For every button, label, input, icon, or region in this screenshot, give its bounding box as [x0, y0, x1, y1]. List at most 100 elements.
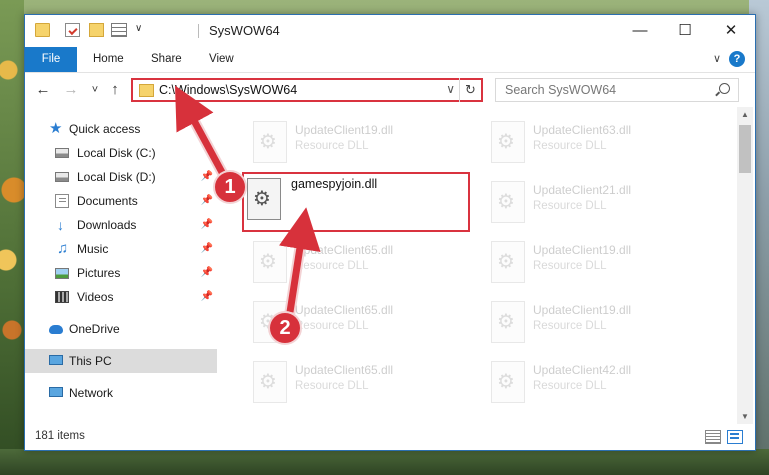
hard-drive-icon	[55, 172, 69, 182]
pin-icon[interactable]: 📌	[201, 261, 213, 285]
status-bar: 181 items	[25, 424, 755, 450]
pictures-icon	[55, 268, 69, 279]
ribbon-tabs: File Home Share View ∨ ?	[25, 47, 755, 73]
sidebar-item-label: Local Disk (D:)	[77, 170, 156, 184]
step-badge-1: 1	[213, 170, 247, 204]
view-icon[interactable]	[111, 23, 127, 37]
dll-file-icon	[491, 181, 525, 223]
sidebar-item-pictures[interactable]: Pictures 📌	[25, 261, 217, 285]
list-item[interactable]: UpdateClient21.dll Resource DLL	[485, 173, 713, 229]
file-type: Resource DLL	[533, 380, 607, 392]
sidebar-item-label: Local Disk (C:)	[77, 146, 156, 160]
item-count: 181 items	[35, 430, 85, 442]
scroll-up-arrow-icon[interactable]: ▲	[737, 107, 753, 123]
sidebar-item-label: Music	[77, 242, 109, 256]
pin-icon[interactable]: 📌	[201, 285, 213, 309]
list-item[interactable]: UpdateClient19.dll Resource DLL	[247, 113, 475, 169]
sidebar-item-local-disk-c[interactable]: Local Disk (C:)	[25, 141, 217, 165]
file-type: Resource DLL	[533, 140, 607, 152]
file-type: Resource DLL	[533, 200, 607, 212]
cloud-icon	[49, 325, 63, 334]
file-type: Resource DLL	[295, 320, 369, 332]
minimize-button[interactable]: —	[617, 15, 663, 46]
sidebar-item-label: Quick access	[69, 122, 141, 136]
list-item[interactable]: UpdateClient42.dll Resource DLL	[485, 353, 713, 409]
quick-access-toolbar-dropdown[interactable]: ∨	[135, 23, 142, 34]
file-name: UpdateClient19.dll	[533, 303, 632, 317]
sidebar-item-label: Network	[69, 386, 114, 400]
network-icon	[49, 387, 63, 397]
file-name: UpdateClient65.dll	[295, 363, 394, 377]
folder-icon[interactable]	[35, 23, 50, 37]
folder-icon	[139, 84, 154, 97]
highlighted-file-outline	[242, 172, 470, 232]
sidebar-item-documents[interactable]: Documents 📌	[25, 189, 217, 213]
up-button[interactable]: ↑	[105, 80, 125, 100]
vertical-scrollbar[interactable]: ▲ ▼	[737, 107, 753, 425]
recent-locations-button[interactable]: ˅	[85, 80, 105, 100]
film-strip-icon	[55, 291, 69, 303]
file-name: UpdateClient65.dll	[295, 243, 394, 257]
sidebar-item-label: Downloads	[77, 218, 137, 232]
search-icon	[719, 83, 730, 94]
list-item[interactable]: UpdateClient63.dll Resource DLL	[485, 113, 713, 169]
back-button[interactable]: ←	[33, 80, 53, 100]
refresh-button[interactable]: ↻	[459, 78, 481, 102]
sidebar-item-label: This PC	[69, 354, 112, 368]
maximize-button[interactable]: ☐	[662, 15, 708, 46]
sidebar-item-music[interactable]: ♫ Music 📌	[25, 237, 217, 261]
sidebar-item-videos[interactable]: Videos 📌	[25, 285, 217, 309]
sidebar-item-local-disk-d[interactable]: Local Disk (D:) 📌	[25, 165, 217, 189]
sidebar-item-downloads[interactable]: ↓ Downloads 📌	[25, 213, 217, 237]
window-title: SysWOW64	[209, 23, 280, 38]
sidebar-item-onedrive[interactable]: OneDrive	[25, 317, 217, 341]
properties-icon[interactable]	[65, 23, 80, 37]
tab-home[interactable]: Home	[81, 47, 136, 72]
list-item[interactable]: UpdateClient19.dll Resource DLL	[485, 293, 713, 349]
list-item[interactable]: UpdateClient65.dll Resource DLL	[247, 233, 475, 289]
file-name: UpdateClient65.dll	[295, 303, 394, 317]
desktop-wallpaper-bottom	[0, 449, 769, 475]
sidebar-item-network[interactable]: Network	[25, 381, 217, 405]
list-item[interactable]: UpdateClient19.dll Resource DLL	[485, 233, 713, 289]
hard-drive-icon	[55, 148, 69, 158]
computer-icon	[49, 355, 63, 365]
file-type: Resource DLL	[533, 320, 607, 332]
address-dropdown-chevron-icon[interactable]: ∨	[446, 82, 455, 96]
new-folder-icon[interactable]	[89, 23, 104, 37]
file-name: UpdateClient42.dll	[533, 363, 632, 377]
pin-icon[interactable]: 📌	[201, 213, 213, 237]
help-icon[interactable]: ?	[729, 51, 745, 67]
scrollbar-thumb[interactable]	[739, 125, 751, 173]
file-name: UpdateClient19.dll	[295, 123, 394, 137]
navigation-pane: ★ Quick access Local Disk (C:) Local Dis…	[25, 107, 217, 425]
pin-icon[interactable]: 📌	[201, 165, 213, 189]
file-name: UpdateClient19.dll	[533, 243, 632, 257]
dll-file-icon	[253, 121, 287, 163]
search-input[interactable]: Search SysWOW64	[495, 78, 739, 102]
tab-file[interactable]: File	[25, 47, 77, 72]
scroll-down-arrow-icon[interactable]: ▼	[737, 409, 753, 425]
dll-file-icon	[253, 361, 287, 403]
sidebar-item-label: Videos	[77, 290, 114, 304]
search-placeholder: Search SysWOW64	[505, 83, 617, 97]
explorer-window: ∨ SysWOW64 — ☐ ✕ File Home Share View ∨ …	[24, 14, 756, 451]
expand-ribbon-chevron-icon[interactable]: ∨	[713, 52, 721, 65]
pin-icon[interactable]: 📌	[201, 189, 213, 213]
tab-view[interactable]: View	[197, 47, 246, 72]
details-view-icon[interactable]	[705, 430, 721, 444]
forward-button[interactable]: →	[61, 80, 81, 100]
address-bar[interactable]: C:\Windows\SysWOW64 ∨ ↻	[131, 78, 483, 102]
file-type: Resource DLL	[533, 260, 607, 272]
close-button[interactable]: ✕	[708, 15, 754, 46]
tiles-view-icon[interactable]	[727, 430, 743, 444]
sidebar-item-quick-access[interactable]: ★ Quick access	[25, 117, 217, 141]
sidebar-item-this-pc[interactable]: This PC	[25, 349, 217, 373]
download-icon: ↓	[57, 217, 64, 233]
tab-share[interactable]: Share	[139, 47, 194, 72]
pin-icon[interactable]: 📌	[201, 237, 213, 261]
file-name: UpdateClient21.dll	[533, 183, 632, 197]
address-path[interactable]: C:\Windows\SysWOW64	[159, 83, 297, 97]
list-item[interactable]: UpdateClient65.dll Resource DLL	[247, 353, 475, 409]
file-type: Resource DLL	[295, 380, 369, 392]
